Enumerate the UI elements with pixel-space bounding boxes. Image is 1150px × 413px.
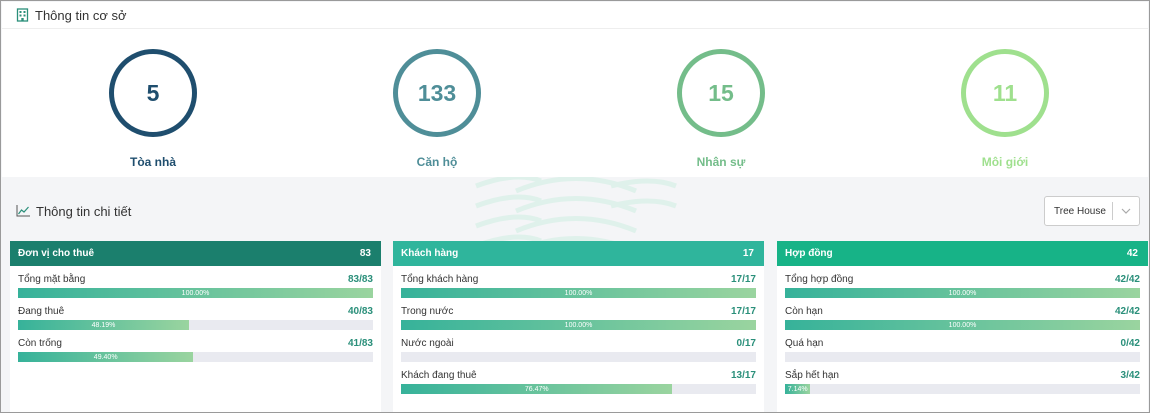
row-value: 17/17: [730, 306, 756, 317]
card-title: Hợp đồng: [785, 248, 833, 259]
stat-row: Đang thuê 40/83 48.19%: [10, 306, 381, 330]
row-label: Đang thuê: [18, 306, 65, 317]
progress-bar: 100.00%: [401, 320, 756, 330]
row-label: Còn hạn: [785, 306, 823, 317]
progress-fill: 49.40%: [18, 352, 194, 362]
stat-row: Còn trống 41/83 49.40%: [10, 338, 381, 362]
card-header: Đơn vị cho thuê 83: [10, 241, 381, 266]
row-value: 40/83: [347, 306, 373, 317]
progress-fill: 100.00%: [785, 288, 1140, 298]
building-icon: [16, 8, 29, 22]
stat-label: Nhân sự: [696, 155, 746, 169]
detail-info-header: Thông tin chi tiết Tree House: [2, 187, 1148, 235]
stat-row: Tổng hợp đồng 42/42 100.00%: [777, 274, 1148, 298]
row-value: 83/83: [347, 274, 373, 285]
stat-staff: 15 Nhân sự: [651, 49, 791, 169]
row-label: Trong nước: [401, 306, 454, 317]
card-header: Khách hàng 17: [393, 241, 764, 266]
stat-ring: 133: [393, 49, 481, 137]
card-1: Khách hàng 17 Tổng khách hàng 17/17 100.…: [393, 241, 764, 412]
stats-panel: 5 Tòa nhà 133 Căn hộ 15 Nhân sự 11 Môi g…: [2, 29, 1148, 177]
row-value: 13/17: [730, 370, 756, 381]
row-label: Tổng khách hàng: [401, 274, 479, 285]
row-label: Quá hạn: [785, 338, 824, 349]
row-label: Sắp hết hạn: [785, 370, 839, 381]
card-title: Khách hàng: [401, 248, 459, 259]
line-chart-icon: [16, 205, 30, 217]
progress-bar: 7.14%: [785, 384, 1140, 394]
stat-row: Sắp hết hạn 3/42 7.14%: [777, 370, 1148, 394]
stat-apartments: 133 Căn hộ: [367, 49, 507, 169]
progress-bar: 100.00%: [785, 320, 1140, 330]
progress-fill: 100.00%: [785, 320, 1140, 330]
stat-brokers: 11 Môi giới: [935, 49, 1075, 169]
row-label: Tổng mặt bằng: [18, 274, 86, 285]
row-value: 41/83: [347, 338, 373, 349]
row-value: 0/17: [736, 338, 756, 349]
building-select[interactable]: Tree House: [1044, 196, 1140, 226]
progress-bar: 100.00%: [785, 288, 1140, 298]
progress-bar: [401, 352, 756, 362]
card-2: Hợp đồng 42 Tổng hợp đồng 42/42 100.00% …: [777, 241, 1148, 412]
progress-fill: 48.19%: [18, 320, 190, 330]
stat-ring: 5: [109, 49, 197, 137]
progress-bar: 100.00%: [18, 288, 373, 298]
row-label: Còn trống: [18, 338, 62, 349]
progress-fill: 100.00%: [18, 288, 373, 298]
stat-row: Nước ngoài 0/17: [393, 338, 764, 362]
stat-row: Khách đang thuê 13/17 76.47%: [393, 370, 764, 394]
stat-row: Quá hạn 0/42: [777, 338, 1148, 362]
row-value: 0/42: [1120, 338, 1140, 349]
card-title: Đơn vị cho thuê: [18, 248, 95, 259]
row-label: Nước ngoài: [401, 338, 454, 349]
progress-bar: [785, 352, 1140, 362]
row-value: 42/42: [1114, 274, 1140, 285]
detail-info-title: Thông tin chi tiết: [36, 203, 132, 219]
stat-label: Căn hộ: [416, 155, 458, 169]
row-value: 42/42: [1114, 306, 1140, 317]
progress-fill: 100.00%: [401, 320, 756, 330]
card-header: Hợp đồng 42: [777, 241, 1148, 266]
row-value: 3/42: [1120, 370, 1140, 381]
row-label: Khách đang thuê: [401, 370, 477, 381]
dashboard-frame: Thông tin cơ sở 5 Tòa nhà 133 Căn hộ 15 …: [0, 0, 1150, 413]
basic-info-header: Thông tin cơ sở: [2, 2, 1148, 29]
chevron-down-icon[interactable]: [1113, 208, 1139, 214]
stat-row: Trong nước 17/17 100.00%: [393, 306, 764, 330]
row-value: 17/17: [730, 274, 756, 285]
progress-fill: 100.00%: [401, 288, 756, 298]
row-label: Tổng hợp đồng: [785, 274, 854, 285]
card-0: Đơn vị cho thuê 83 Tổng mặt bằng 83/83 1…: [10, 241, 381, 412]
progress-fill: 76.47%: [401, 384, 673, 394]
progress-bar: 49.40%: [18, 352, 373, 362]
card-total: 17: [742, 248, 754, 259]
stat-row: Tổng khách hàng 17/17 100.00%: [393, 274, 764, 298]
stat-buildings: 5 Tòa nhà: [83, 49, 223, 169]
stat-row: Tổng mặt bằng 83/83 100.00%: [10, 274, 381, 298]
progress-bar: 48.19%: [18, 320, 373, 330]
stat-ring: 11: [961, 49, 1049, 137]
building-select-value: Tree House: [1054, 205, 1106, 217]
stat-label: Môi giới: [981, 155, 1029, 169]
stat-label: Tòa nhà: [129, 155, 176, 169]
progress-bar: 100.00%: [401, 288, 756, 298]
basic-info-title: Thông tin cơ sở: [35, 7, 127, 23]
card-total: 83: [359, 248, 371, 259]
stat-row: Còn hạn 42/42 100.00%: [777, 306, 1148, 330]
card-total: 42: [1126, 248, 1138, 259]
progress-fill: 7.14%: [785, 384, 811, 394]
progress-bar: 76.47%: [401, 384, 756, 394]
stat-ring: 15: [677, 49, 765, 137]
